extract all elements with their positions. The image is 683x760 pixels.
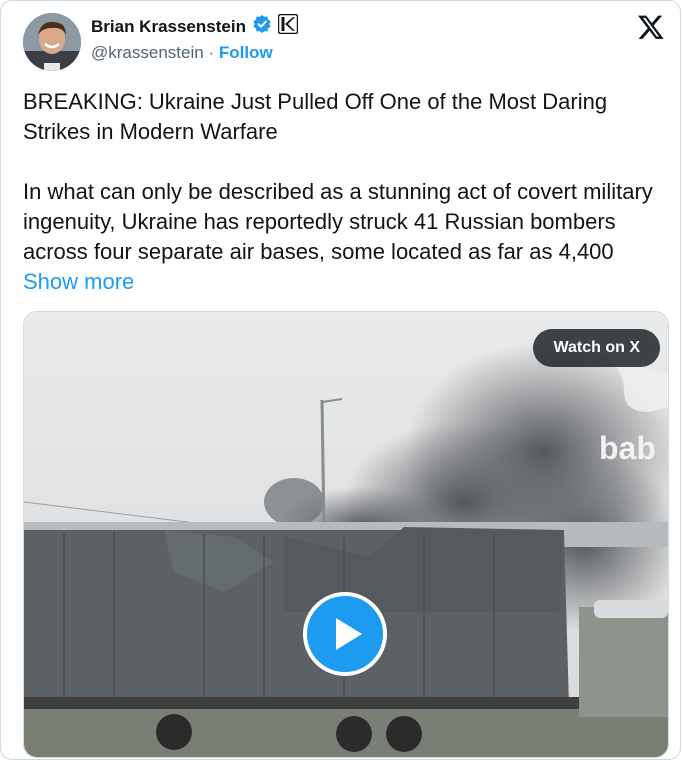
verified-badge-icon — [252, 14, 272, 39]
author-name-row: Brian Krassenstein — [91, 13, 299, 39]
follow-button[interactable]: Follow — [219, 43, 273, 62]
tweet-body: BREAKING: Ukraine Just Pulled Off One of… — [23, 89, 653, 264]
watch-on-x-button[interactable]: Watch on X — [533, 329, 660, 367]
author-handle[interactable]: @krassenstein — [91, 43, 204, 62]
watermark-text: bab — [599, 430, 656, 466]
x-logo-icon[interactable] — [637, 13, 665, 41]
avatar[interactable] — [23, 13, 81, 71]
play-icon — [336, 618, 362, 650]
tweet-card: Brian Krassenstein @krassenstein · Follo… — [0, 0, 681, 760]
video-player[interactable]: bab Watch on X — [23, 311, 669, 758]
author-name[interactable]: Brian Krassenstein — [91, 17, 246, 37]
tweet-text: BREAKING: Ukraine Just Pulled Off One of… — [23, 87, 663, 297]
video-thumbnail — [24, 312, 668, 757]
separator: · — [208, 43, 215, 62]
affiliate-badge-icon[interactable] — [277, 13, 299, 39]
author-handle-row: @krassenstein · Follow — [91, 43, 273, 63]
show-more-link[interactable]: Show more — [23, 269, 134, 294]
play-button[interactable] — [303, 592, 387, 676]
